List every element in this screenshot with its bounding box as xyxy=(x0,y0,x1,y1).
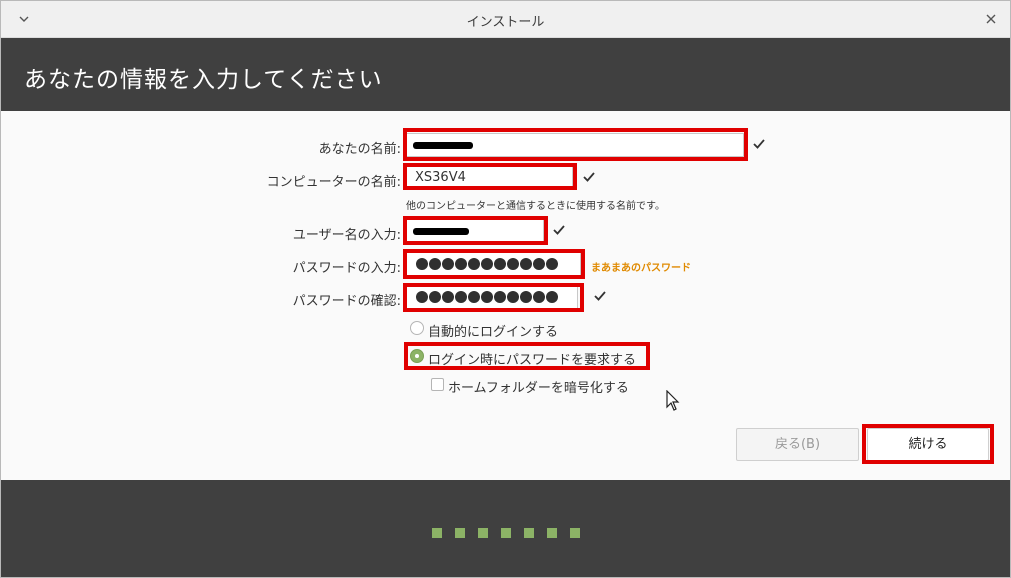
checkmark-icon xyxy=(583,172,595,182)
progress-step xyxy=(455,528,465,538)
installer-window: インストール あなたの情報を入力してください あなたの名前: コンピューターの名… xyxy=(0,0,1011,578)
computer-name-label: コンピューターの名前: xyxy=(266,175,401,190)
checkmark-icon xyxy=(753,139,765,149)
progress-step xyxy=(524,528,534,538)
auto-login-radio[interactable] xyxy=(410,321,424,335)
confirm-password-label: パスワードの確認: xyxy=(292,294,401,309)
progress-indicator xyxy=(432,523,593,542)
checkmark-icon xyxy=(553,225,565,235)
password-label: パスワードの入力: xyxy=(292,261,401,276)
auto-login-label[interactable]: 自動的にログインする xyxy=(428,321,558,340)
footer-bar xyxy=(1,480,1010,577)
password-strength: まあまあのパスワード xyxy=(591,263,691,274)
encrypt-home-checkbox[interactable] xyxy=(431,378,444,391)
computer-name-hint: 他のコンピューターと通信するときに使用する名前です。 xyxy=(406,201,665,212)
progress-step xyxy=(478,528,488,538)
highlight-confirm-password xyxy=(403,283,584,312)
checkmark-icon xyxy=(594,291,606,301)
name-label: あなたの名前: xyxy=(318,142,401,157)
username-label: ユーザー名の入力: xyxy=(292,228,401,243)
progress-step xyxy=(501,528,511,538)
window-title: インストール xyxy=(466,15,545,30)
mouse-pointer-icon xyxy=(666,390,680,411)
page-title: あなたの情報を入力してください xyxy=(24,67,383,93)
highlight-username xyxy=(403,216,548,245)
title-bar: インストール xyxy=(1,1,1010,38)
highlight-computer-name xyxy=(403,163,577,190)
progress-step xyxy=(570,528,580,538)
progress-step xyxy=(432,528,442,538)
back-button[interactable]: 戻る(B) xyxy=(736,428,859,461)
encrypt-home-label[interactable]: ホームフォルダーを暗号化する xyxy=(448,377,629,396)
highlight-password xyxy=(403,249,585,279)
page-header: あなたの情報を入力してください xyxy=(1,38,1010,111)
progress-step xyxy=(547,528,557,538)
highlight-name xyxy=(403,128,748,161)
close-icon[interactable] xyxy=(982,10,1000,28)
highlight-continue xyxy=(862,424,994,464)
highlight-require-password xyxy=(404,342,650,370)
